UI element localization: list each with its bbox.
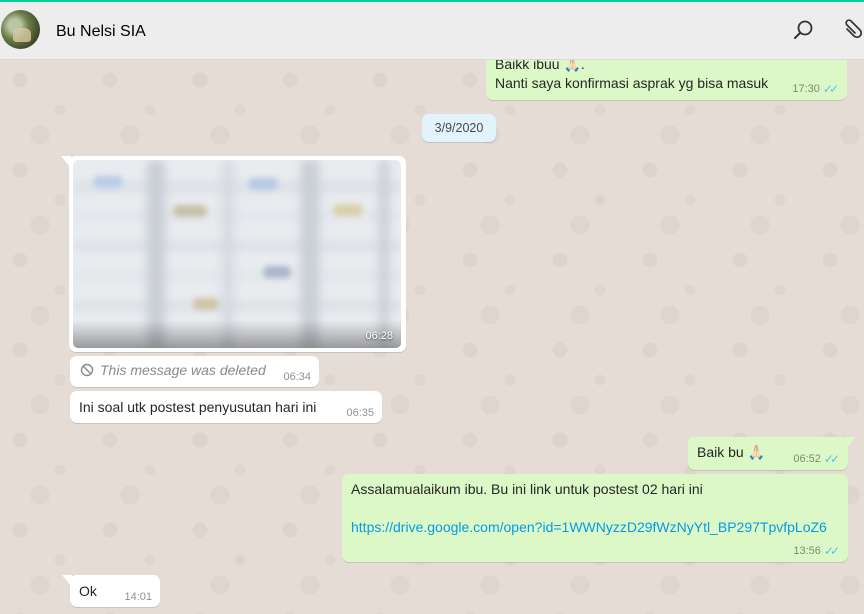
contact-name[interactable]: Bu Nelsi SIA <box>56 23 146 41</box>
message-meta: 06:35 <box>346 407 374 419</box>
message-meta: 17:30 ✓✓ <box>792 82 839 96</box>
message-time: 06:28 <box>365 330 393 342</box>
prohibited-icon <box>80 363 94 377</box>
date-separator: 3/9/2020 <box>422 114 496 142</box>
message-deleted[interactable]: This message was deleted 06:34 <box>70 356 319 387</box>
message-text: Nanti saya konfirmasi asprak yg bisa mas… <box>495 75 769 91</box>
bubble-tail <box>62 575 72 587</box>
message-time: 06:34 <box>283 371 311 383</box>
read-ticks-icon: ✓✓ <box>822 82 839 96</box>
chat-header: Bu Nelsi SIA <box>0 2 864 60</box>
read-ticks-icon: ✓✓ <box>823 544 840 558</box>
message-text: Baik bu 🙏🏻 <box>697 444 766 460</box>
message-outgoing[interactable]: Assalamualaikum ibu. Bu ini link untuk p… <box>342 474 848 562</box>
message-incoming[interactable]: Ok 14:01 <box>62 575 160 607</box>
message-time: 06:52 <box>793 453 821 465</box>
message-text: Ok <box>79 583 97 599</box>
message-incoming[interactable]: Ini soal utk postest penyusutan hari ini… <box>70 391 382 423</box>
message-link[interactable]: https://drive.google.com/open?id=1WWNyzz… <box>351 518 827 537</box>
message-text: Ini soal utk postest penyusutan hari ini <box>79 399 317 415</box>
message-meta: 13:56 ✓✓ <box>793 544 840 558</box>
message-meta: 06:52 ✓✓ <box>793 452 840 466</box>
search-icon[interactable] <box>791 18 817 44</box>
message-meta: 14:01 <box>124 591 152 603</box>
message-outgoing[interactable]: Baik bu 🙏🏻 06:52 ✓✓ <box>688 437 856 470</box>
message-time: 17:30 <box>792 83 820 95</box>
read-ticks-icon: ✓✓ <box>823 452 840 466</box>
message-text: Assalamualaikum ibu. Bu ini link untuk p… <box>351 481 703 497</box>
paperclip-icon[interactable] <box>841 18 864 44</box>
message-time: 14:01 <box>124 591 152 603</box>
bubble-tail <box>61 156 71 168</box>
image-thumbnail[interactable]: 06:28 <box>73 160 401 348</box>
message-image[interactable]: 06:28 <box>61 156 406 352</box>
bubble-tail <box>846 437 856 449</box>
message-time: 13:56 <box>793 545 821 557</box>
chat-panel[interactable]: Baikk ibuu 🙏🏻. Nanti saya konfirmasi asp… <box>0 60 864 614</box>
avatar[interactable] <box>1 10 40 49</box>
deleted-text: This message was deleted <box>100 362 266 378</box>
message-outgoing[interactable]: Baikk ibuu 🙏🏻. Nanti saya konfirmasi asp… <box>486 60 847 100</box>
message-meta: 06:34 <box>283 371 311 383</box>
message-text: Baikk ibuu 🙏🏻. <box>495 60 585 72</box>
message-time: 06:35 <box>346 407 374 419</box>
